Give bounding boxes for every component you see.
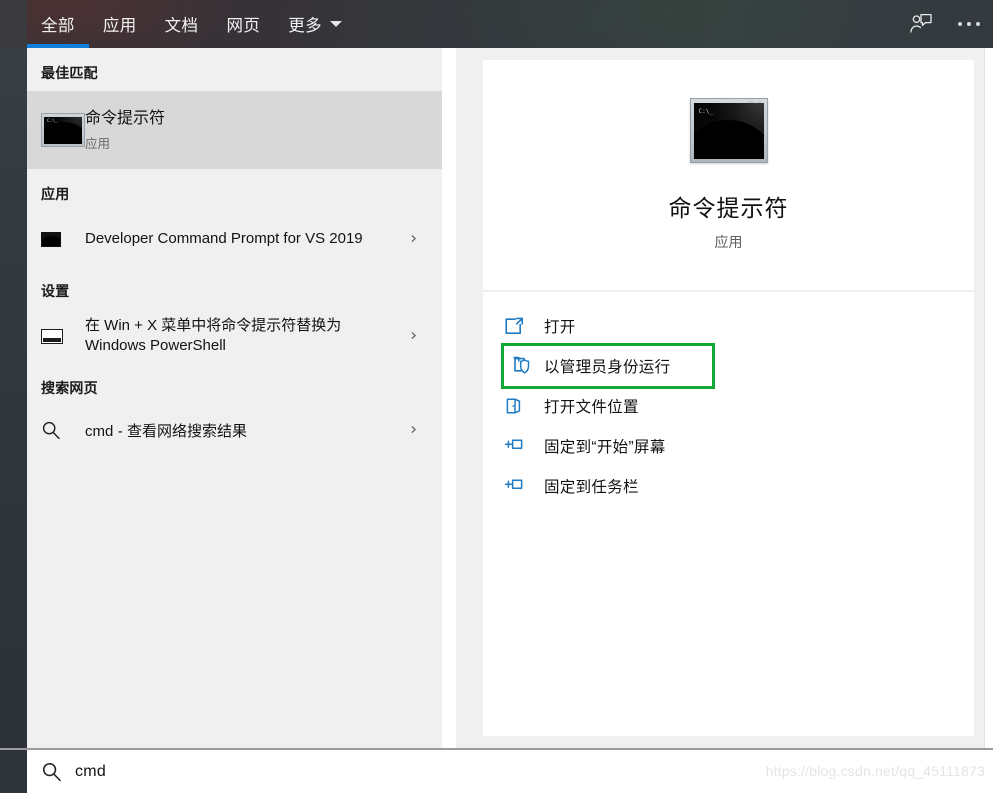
search-icon-wrap — [27, 761, 75, 782]
left-rail-top — [0, 0, 27, 48]
search-input[interactable]: cmd — [75, 763, 106, 781]
tab-web-label: 网页 — [226, 17, 261, 35]
tab-all[interactable]: 全部 — [27, 0, 89, 48]
section-settings-heading: 设置 — [41, 283, 70, 299]
tab-all-label: 全部 — [41, 17, 75, 35]
web-item-suffix: - 查看网络搜索结果 — [117, 422, 247, 440]
left-rail — [0, 0, 27, 748]
section-best-match-heading: 最佳匹配 — [41, 65, 98, 81]
web-search-icon-wrap — [41, 420, 85, 440]
web-item-text: cmd - 查看网络搜索结果 — [85, 420, 307, 441]
result-item-web-search-cmd[interactable]: cmd - 查看网络搜索结果 › — [27, 406, 442, 454]
ellipsis-icon — [958, 22, 980, 26]
best-match-icon-wrap: C:\_ — [41, 113, 85, 147]
action-open-file-location[interactable]: 打开文件位置 — [483, 386, 974, 426]
command-prompt-large-icon: — □ × C:\_ — [689, 98, 768, 163]
search-icon — [42, 762, 61, 782]
result-item-developer-command-prompt[interactable]: Developer Command Prompt for VS 2019 › — [27, 212, 442, 266]
action-pin-to-start[interactable]: 固定到“开始”屏幕 — [483, 426, 974, 466]
action-pin-to-start-label: 固定到“开始”屏幕 — [544, 439, 666, 456]
result-best-match-command-prompt[interactable]: C:\_ 命令提示符 应用 — [27, 91, 442, 169]
topbar-actions — [897, 0, 993, 48]
section-web-heading: 搜索网页 — [41, 380, 98, 396]
result-item-winx-powershell-setting[interactable]: 在 Win + X 菜单中将命令提示符替换为 Windows PowerShel… — [27, 309, 442, 363]
tab-documents-label: 文档 — [164, 17, 199, 35]
best-match-text: 命令提示符 应用 — [85, 108, 225, 152]
preview-subtitle: 应用 — [714, 234, 743, 250]
search-box-rail — [0, 750, 27, 793]
setting-item-text: 在 Win + X 菜单中将命令提示符替换为 Windows PowerShel… — [85, 316, 442, 357]
section-apps-heading: 应用 — [41, 186, 70, 202]
results-area: 最佳匹配 C:\_ 命令提示符 应用 应用 Developer Command … — [27, 48, 993, 793]
preview-actions-card: 打开 以管理员身份运行 打开文件位置 固定到“开始”屏幕 固定到任务栏 — [483, 292, 974, 736]
person-feedback-icon — [910, 13, 932, 33]
open-window-icon — [504, 317, 544, 336]
web-item-query: cmd — [85, 422, 114, 440]
preview-hero-card: — □ × C:\_ 命令提示符 应用 — [483, 60, 974, 290]
command-prompt-icon: C:\_ — [41, 113, 85, 147]
app-item-title: Developer Command Prompt for VS 2019 — [85, 229, 363, 247]
more-options-button[interactable] — [945, 0, 993, 48]
tab-more[interactable]: 更多 — [274, 0, 356, 48]
tab-more-label: 更多 — [288, 17, 323, 35]
display-settings-icon — [41, 328, 63, 344]
action-pin-to-taskbar-label: 固定到任务栏 — [544, 479, 639, 496]
action-run-as-administrator[interactable]: 以管理员身份运行 — [501, 343, 715, 389]
best-match-subtitle: 应用 — [85, 136, 111, 151]
feedback-button[interactable] — [897, 0, 945, 48]
action-open[interactable]: 打开 — [483, 306, 974, 346]
preview-pane: — □ × C:\_ 命令提示符 应用 — [456, 48, 993, 748]
tab-documents[interactable]: 文档 — [151, 0, 213, 48]
action-open-label: 打开 — [544, 319, 576, 336]
chevron-right-icon[interactable]: › — [410, 230, 417, 248]
app-icon-wrap — [41, 231, 85, 247]
folder-location-icon — [504, 396, 544, 416]
action-pin-to-taskbar[interactable]: 固定到任务栏 — [483, 466, 974, 506]
pin-icon — [504, 477, 544, 495]
pane-right-edge — [984, 48, 993, 793]
hero-icon-prompt: C:\_ — [698, 108, 713, 115]
search-topbar: 全部 应用 文档 网页 更多 — [27, 0, 993, 48]
setting-item-title: 在 Win + X 菜单中将命令提示符替换为 Windows PowerShel… — [85, 316, 342, 354]
tab-web[interactable]: 网页 — [212, 0, 274, 48]
chevron-down-icon — [330, 21, 343, 27]
results-list: 最佳匹配 C:\_ 命令提示符 应用 应用 Developer Command … — [27, 48, 442, 748]
setting-icon-wrap — [41, 328, 85, 344]
app-item-text: Developer Command Prompt for VS 2019 — [85, 229, 423, 249]
windows-search-panel: 全部 应用 文档 网页 更多 最佳匹配 C:\_ 命令提示符 应用 应用 Dev… — [0, 0, 993, 793]
shield-admin-icon — [504, 356, 544, 376]
preview-title: 命令提示符 — [668, 195, 789, 221]
action-open-file-location-label: 打开文件位置 — [544, 399, 639, 416]
watermark: https://blog.csdn.net/qq_45111873 — [765, 763, 985, 779]
action-run-as-administrator-label: 以管理员身份运行 — [544, 359, 671, 376]
search-icon — [42, 421, 60, 440]
command-prompt-small-icon — [41, 231, 61, 247]
pin-icon — [504, 437, 544, 455]
best-match-title: 命令提示符 — [85, 110, 166, 128]
tab-apps[interactable]: 应用 — [89, 0, 151, 48]
tab-apps-label: 应用 — [102, 17, 137, 35]
chevron-right-icon[interactable]: › — [410, 327, 417, 345]
chevron-right-icon[interactable]: › — [410, 421, 417, 439]
tab-bar: 全部 应用 文档 网页 更多 — [27, 0, 356, 48]
